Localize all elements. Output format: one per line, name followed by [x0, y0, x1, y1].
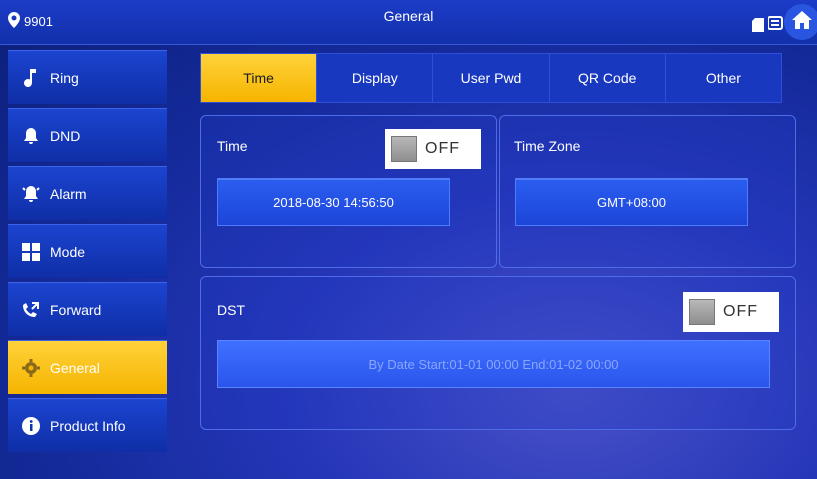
call-forward-icon [20, 299, 42, 321]
home-button[interactable] [784, 4, 817, 40]
sidebar-item-label: DND [50, 127, 81, 144]
dst-range-field[interactable]: By Date Start:01-01 00:00 End:01-02 00:0… [217, 340, 770, 388]
dst-toggle[interactable]: OFF [683, 292, 779, 332]
home-icon [791, 9, 813, 36]
dst-label: DST [217, 302, 245, 318]
tab-time[interactable]: Time [201, 54, 318, 102]
toggle-state: OFF [723, 303, 758, 320]
sidebar: Ring DND Alarm Mode Forward General Prod… [8, 50, 167, 456]
sidebar-item-label: Product Info [50, 417, 126, 434]
sidebar-item-label: Forward [50, 301, 102, 318]
message-icon[interactable] [767, 15, 784, 36]
sidebar-item-label: Mode [50, 243, 86, 260]
toggle-knob [689, 299, 715, 325]
time-label: Time [217, 138, 248, 154]
toggle-state: OFF [425, 140, 460, 157]
sidebar-item-alarm[interactable]: Alarm [8, 166, 167, 220]
sidebar-item-label: Ring [50, 69, 79, 86]
sidebar-item-dnd[interactable]: DND [8, 108, 167, 162]
tab-display[interactable]: Display [317, 54, 434, 102]
sd-card-icon [752, 18, 764, 37]
sidebar-item-label: General [50, 359, 100, 376]
tab-user-pwd[interactable]: User Pwd [433, 54, 550, 102]
time-auto-toggle[interactable]: OFF [385, 129, 481, 169]
sidebar-item-general[interactable]: General [8, 340, 167, 394]
gear-icon [20, 357, 42, 379]
sidebar-item-mode[interactable]: Mode [8, 224, 167, 278]
tab-other[interactable]: Other [666, 54, 781, 102]
timezone-label: Time Zone [514, 138, 581, 154]
sidebar-item-label: Alarm [50, 185, 87, 202]
grid-icon [20, 241, 42, 263]
info-icon [20, 415, 42, 437]
alarm-bell-icon [20, 183, 42, 205]
tab-qr-code[interactable]: QR Code [550, 54, 666, 102]
settings-tabs: Time Display User Pwd QR Code Other [200, 53, 782, 103]
sidebar-item-ring[interactable]: Ring [8, 50, 167, 104]
page-title: General [383, 8, 434, 24]
toggle-knob [391, 136, 417, 162]
top-bar: 9901 General [0, 0, 817, 45]
sidebar-item-forward[interactable]: Forward [8, 282, 167, 336]
sidebar-item-product-info[interactable]: Product Info [8, 398, 167, 452]
timezone-field[interactable]: GMT+08:00 [515, 178, 748, 226]
bell-icon [20, 125, 42, 147]
music-note-icon [20, 67, 42, 89]
datetime-field[interactable]: 2018-08-30 14:56:50 [217, 178, 450, 226]
